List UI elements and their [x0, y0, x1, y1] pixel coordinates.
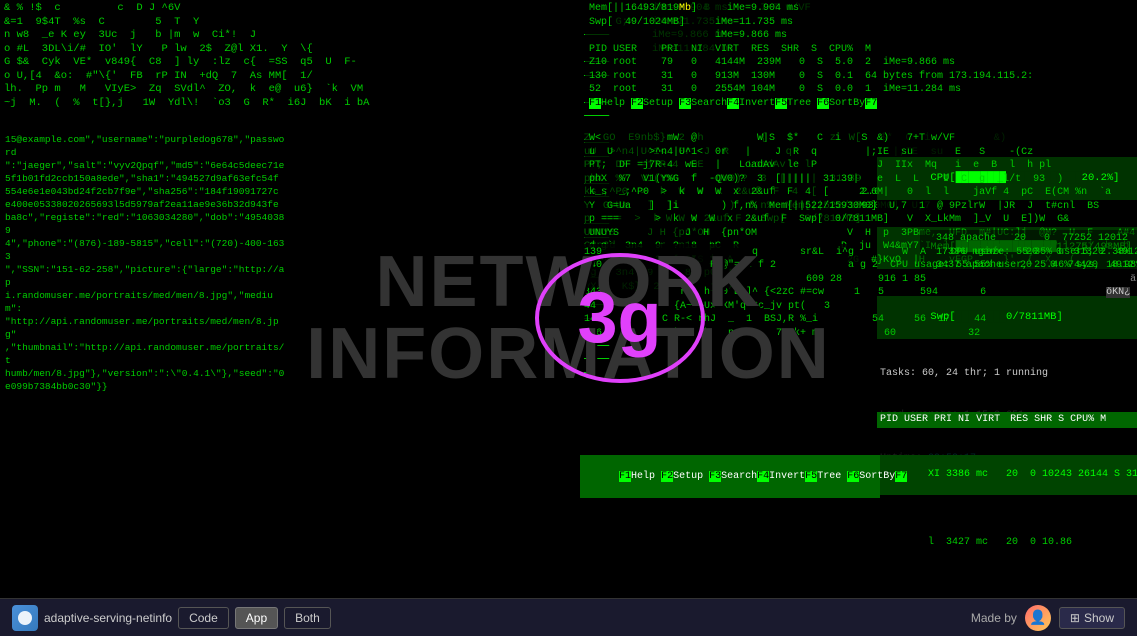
tab-both[interactable]: Both: [284, 607, 331, 629]
show-label: Show: [1084, 611, 1114, 625]
app-name-label: adaptive-serving-netinfo: [44, 611, 172, 625]
proc-table-header: PIDUSERPRINIVIRTRESSHRSCPU%M: [877, 412, 1137, 428]
tab-app[interactable]: App: [235, 607, 278, 629]
htop-func-keys-top: F1Help F2Setup F3SearchF4InvertF5Tree F6…: [580, 455, 880, 498]
proc-row-1: XI 3386 mc 20 0 10243 26144 S 31.8: [877, 455, 1137, 496]
avatar: 👤: [1025, 605, 1051, 631]
show-button[interactable]: ⊞ Show: [1059, 607, 1125, 629]
json-data-overlay: 15@example.com","username":"purpledog678…: [0, 130, 295, 396]
app-icon-inner: [18, 611, 32, 625]
taskbar: adaptive-serving-netinfo Code App Both M…: [0, 598, 1137, 636]
signal-text: 3g: [577, 277, 661, 359]
app-icon: [12, 605, 38, 631]
terminal-background: 15@example.com","username":"purpledog678…: [0, 0, 1137, 636]
tab-code[interactable]: Code: [178, 607, 229, 629]
made-by-label: Made by: [971, 611, 1017, 625]
proc-row-2: l 3427 mc 20 0 10.86: [877, 522, 1137, 563]
htop-tasks: Tasks: 60, 24 thr; 1 running: [877, 366, 1137, 382]
taskbar-left: adaptive-serving-netinfo Code App Both: [12, 605, 331, 631]
signal-indicator: 3g: [535, 253, 705, 383]
show-icon: ⊞: [1070, 611, 1080, 625]
process-table: PIDUSERPRINIVIRTRESSHRSCPU%M XI 3386 mc …: [877, 385, 1137, 595]
taskbar-right: Made by 👤 ⊞ Show: [971, 605, 1125, 631]
ping-output: Mem[||16493/819Mb] iMe=9.904 ms Swp[ 49/…: [585, 0, 860, 112]
